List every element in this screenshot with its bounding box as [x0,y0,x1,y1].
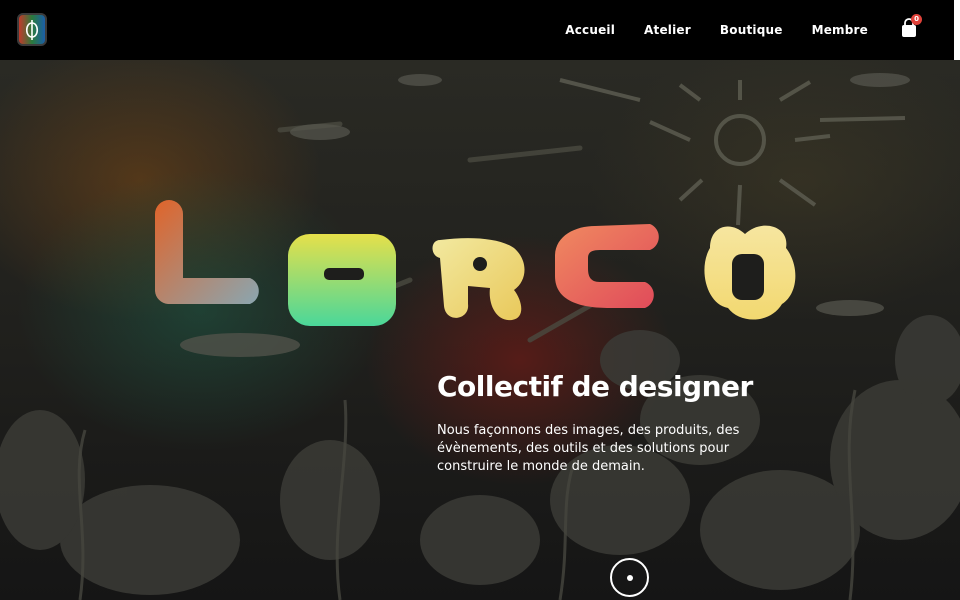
logo-mark-icon [25,19,39,40]
lorco-logo-wordmark [155,200,796,326]
nav-atelier[interactable]: Atelier [644,23,691,37]
cart-count-badge: 0 [911,14,922,25]
site-header: Accueil Atelier Boutique Membre 0 [0,0,960,60]
hero-section: Collectif de designer Nous façonnons des… [0,60,960,600]
nav-accueil[interactable]: Accueil [565,23,615,37]
hero-tagline: Collectif de designer [437,370,753,403]
scroll-dot-icon [626,574,633,581]
main-nav: Accueil Atelier Boutique Membre [565,0,868,60]
scroll-down-button[interactable] [610,558,649,597]
site-logo[interactable] [17,13,47,46]
hero-description: Nous façonnons des images, des produits,… [437,423,740,474]
nav-membre[interactable]: Membre [812,23,868,37]
nav-boutique[interactable]: Boutique [720,23,783,37]
